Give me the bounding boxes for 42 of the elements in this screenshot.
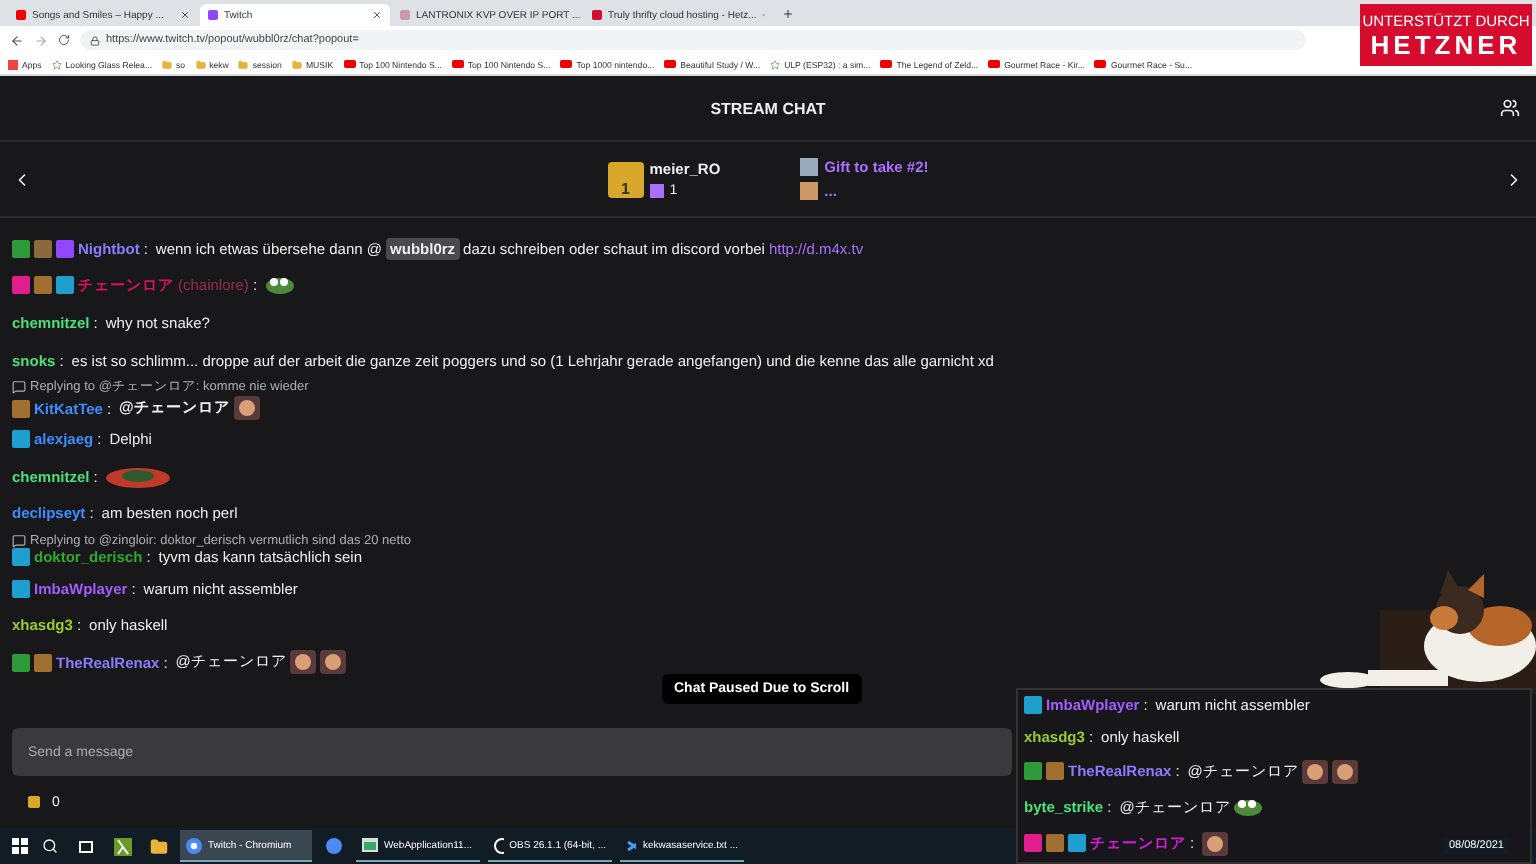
emote-icon xyxy=(320,650,347,675)
video-icon xyxy=(664,60,677,68)
emote-icon xyxy=(233,396,260,421)
reload-icon[interactable] xyxy=(58,34,70,46)
emote-icon xyxy=(1202,831,1229,856)
video-icon xyxy=(343,60,356,68)
search-icon[interactable] xyxy=(42,838,58,854)
favicon-icon xyxy=(208,10,218,20)
lock-icon xyxy=(90,35,100,45)
new-tab-icon[interactable] xyxy=(782,8,794,20)
lambda-app-icon[interactable] xyxy=(113,837,131,855)
back-icon[interactable] xyxy=(10,33,24,47)
video-icon xyxy=(1094,60,1107,68)
emote-icon xyxy=(1332,759,1359,784)
favicon-icon xyxy=(16,10,26,20)
folder-icon xyxy=(162,59,173,69)
favicon-icon xyxy=(400,10,410,20)
windows-icon[interactable] xyxy=(12,838,28,854)
frog-emote-icon xyxy=(1234,798,1263,817)
emote-icon xyxy=(1302,759,1329,784)
gift-badge: 1 xyxy=(607,161,644,197)
emote-icon xyxy=(290,650,317,675)
favicon-icon xyxy=(592,10,602,20)
site-icon xyxy=(51,59,62,69)
plate-emote-icon xyxy=(105,465,170,488)
folder-icon xyxy=(291,59,302,69)
folder-icon xyxy=(238,59,249,69)
folder-icon[interactable] xyxy=(149,837,167,855)
video-icon xyxy=(560,60,573,68)
video-icon xyxy=(988,60,1001,68)
users-icon[interactable] xyxy=(1500,98,1520,118)
reply-icon xyxy=(12,534,26,549)
window-icon xyxy=(362,838,378,852)
folder-icon xyxy=(195,59,206,69)
task-view-icon[interactable] xyxy=(78,839,94,853)
chat-title: STREAM CHAT xyxy=(710,99,826,117)
frog-emote-icon xyxy=(265,276,294,295)
sponsor-logo: HETZNER xyxy=(1370,29,1522,59)
reply-icon xyxy=(12,380,26,395)
video-icon xyxy=(880,60,893,68)
site-icon xyxy=(770,59,781,69)
video-icon xyxy=(451,60,464,68)
